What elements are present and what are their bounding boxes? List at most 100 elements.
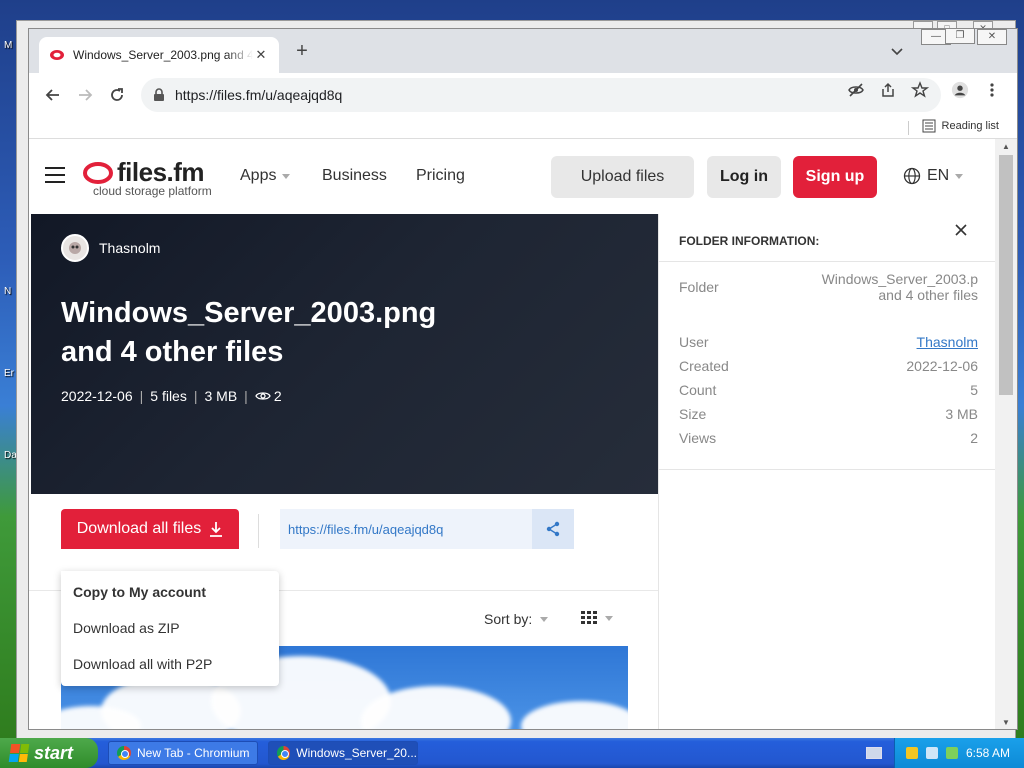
new-tab-button[interactable]: + <box>291 41 313 63</box>
info-row-views: Views 2 <box>679 430 978 446</box>
info-value: 2022-12-06 <box>906 358 978 374</box>
chevron-down-icon <box>955 173 964 179</box>
arrow-left-icon <box>45 89 59 101</box>
info-label: Views <box>679 430 717 446</box>
reading-list-button[interactable]: Reading list <box>907 119 999 135</box>
tray-app-icon[interactable] <box>945 747 958 759</box>
reload-button[interactable] <box>103 81 131 109</box>
share-icon[interactable] <box>879 81 897 99</box>
clock[interactable]: 6:58 AM <box>966 746 1010 760</box>
eye-icon <box>255 392 271 400</box>
window-restore-icon[interactable]: ❐ <box>945 29 975 44</box>
info-row-folder: Folder Windows_Server_2003.p and 4 other … <box>679 271 978 303</box>
chevron-down-icon <box>282 173 291 179</box>
more-menu-icon[interactable] <box>983 81 1001 99</box>
desktop-icon-label[interactable]: Er <box>4 368 14 379</box>
info-value: 5 <box>970 382 978 398</box>
system-tray: 6:58 AM <box>894 738 1024 768</box>
address-bar[interactable]: https://files.fm/u/aqeajqd8q <box>141 78 941 112</box>
bookmarks-bar: Reading list <box>29 117 1017 139</box>
taskbar-item-files[interactable]: Windows_Server_20... <box>268 741 418 765</box>
windows-flag-icon <box>8 744 30 762</box>
signup-button[interactable]: Sign up <box>793 156 877 198</box>
owner-link[interactable]: Thasnolm <box>61 234 160 262</box>
taskbar-item-label: Windows_Server_20... <box>296 746 417 760</box>
upload-files-button[interactable]: Upload files <box>551 156 694 198</box>
site-logo[interactable]: files.fm cloud storage platform <box>83 157 212 198</box>
nav-business-label: Business <box>322 167 387 184</box>
download-all-label: Download all files <box>76 520 202 537</box>
keyboard-icon[interactable] <box>866 747 882 759</box>
tab-strip: Windows_Server_2003.png and 4 other file… <box>29 29 1017 73</box>
info-label: Size <box>679 406 707 422</box>
share-link-box[interactable]: https://files.fm/u/aqeajqd8q <box>280 509 574 549</box>
language-selector[interactable]: EN <box>903 167 964 185</box>
close-icon[interactable] <box>953 222 969 238</box>
tab-close-icon[interactable]: ✕ <box>253 47 269 63</box>
avatar <box>61 234 89 262</box>
nav-pricing[interactable]: Pricing <box>416 167 465 185</box>
user-link[interactable]: Thasnolm <box>917 334 978 350</box>
scroll-down-icon[interactable]: ▼ <box>995 715 1017 729</box>
chevron-down-icon <box>540 616 549 622</box>
desktop-icon-label[interactable]: M <box>4 40 12 51</box>
back-button[interactable] <box>39 81 67 109</box>
reading-list-icon <box>922 119 936 133</box>
meta-views: 2 <box>273 388 282 404</box>
view-toggle[interactable] <box>581 611 613 625</box>
taskbar: start New Tab - Chromium Windows_Server_… <box>0 738 1024 768</box>
info-row-user: User Thasnolm <box>679 334 978 350</box>
info-row-count: Count 5 <box>679 382 978 398</box>
info-value: 3 MB <box>945 406 978 422</box>
share-button[interactable] <box>532 509 574 549</box>
meta-size: 3 MB <box>204 388 238 404</box>
site-header: files.fm cloud storage platform Apps Bus… <box>29 139 997 214</box>
nav-apps[interactable]: Apps <box>240 167 291 185</box>
menu-item-download-p2p[interactable]: Download all with P2P <box>73 656 212 672</box>
profile-avatar-icon[interactable] <box>951 81 969 99</box>
network-icon[interactable] <box>925 747 938 759</box>
security-shield-icon[interactable] <box>905 747 918 759</box>
chromium-icon <box>277 746 291 760</box>
info-row-created: Created 2022-12-06 <box>679 358 978 374</box>
info-label: Created <box>679 358 729 374</box>
start-button[interactable]: start <box>0 738 98 768</box>
browser-tab[interactable]: Windows_Server_2003.png and 4 other file… <box>39 37 279 73</box>
login-button[interactable]: Log in <box>707 156 781 198</box>
browser-toolbar: https://files.fm/u/aqeajqd8q <box>29 73 1017 117</box>
hamburger-menu-icon[interactable] <box>45 167 65 183</box>
page-scrollbar[interactable]: ▲ ▼ <box>995 139 1017 729</box>
desktop-icon-label[interactable]: Da <box>4 450 17 461</box>
tab-search-chevron-icon[interactable] <box>889 43 905 59</box>
window-close-icon[interactable]: ✕ <box>977 29 1007 45</box>
address-url[interactable]: https://files.fm/u/aqeajqd8q <box>175 87 342 103</box>
info-value: 2 <box>970 430 978 446</box>
bookmark-star-icon[interactable] <box>911 81 929 99</box>
language-label: EN <box>927 167 950 184</box>
lock-icon[interactable] <box>153 88 165 102</box>
taskbar-item-label: New Tab - Chromium <box>137 746 250 760</box>
taskbar-item-new-tab[interactable]: New Tab - Chromium <box>108 741 258 765</box>
info-label: User <box>679 334 709 350</box>
menu-item-copy-to-account[interactable]: Copy to My account <box>73 584 206 600</box>
browser-window: Windows_Server_2003.png and 4 other file… <box>28 28 1018 730</box>
filesfm-logo-icon <box>83 161 113 184</box>
scrollbar-thumb[interactable] <box>999 155 1013 395</box>
scroll-up-icon[interactable]: ▲ <box>995 139 1017 155</box>
nav-business[interactable]: Business <box>322 167 387 185</box>
info-label: Count <box>679 382 717 398</box>
download-all-button[interactable]: Download all files <box>61 509 239 549</box>
chevron-down-icon <box>605 615 613 621</box>
menu-item-download-zip[interactable]: Download as ZIP <box>73 620 180 636</box>
info-value: Windows_Server_2003.p and 4 other files <box>821 271 978 303</box>
divider <box>659 469 997 470</box>
start-label: start <box>34 742 74 763</box>
sort-dropdown[interactable]: Sort by: <box>484 611 549 627</box>
forward-button[interactable] <box>71 81 99 109</box>
eye-off-icon[interactable] <box>847 81 865 99</box>
desktop-icon-label[interactable]: N <box>4 286 11 297</box>
info-label: Folder <box>679 279 719 295</box>
share-url[interactable]: https://files.fm/u/aqeajqd8q <box>280 522 532 537</box>
logo-tagline: cloud storage platform <box>93 184 212 198</box>
share-nodes-icon <box>546 521 560 537</box>
